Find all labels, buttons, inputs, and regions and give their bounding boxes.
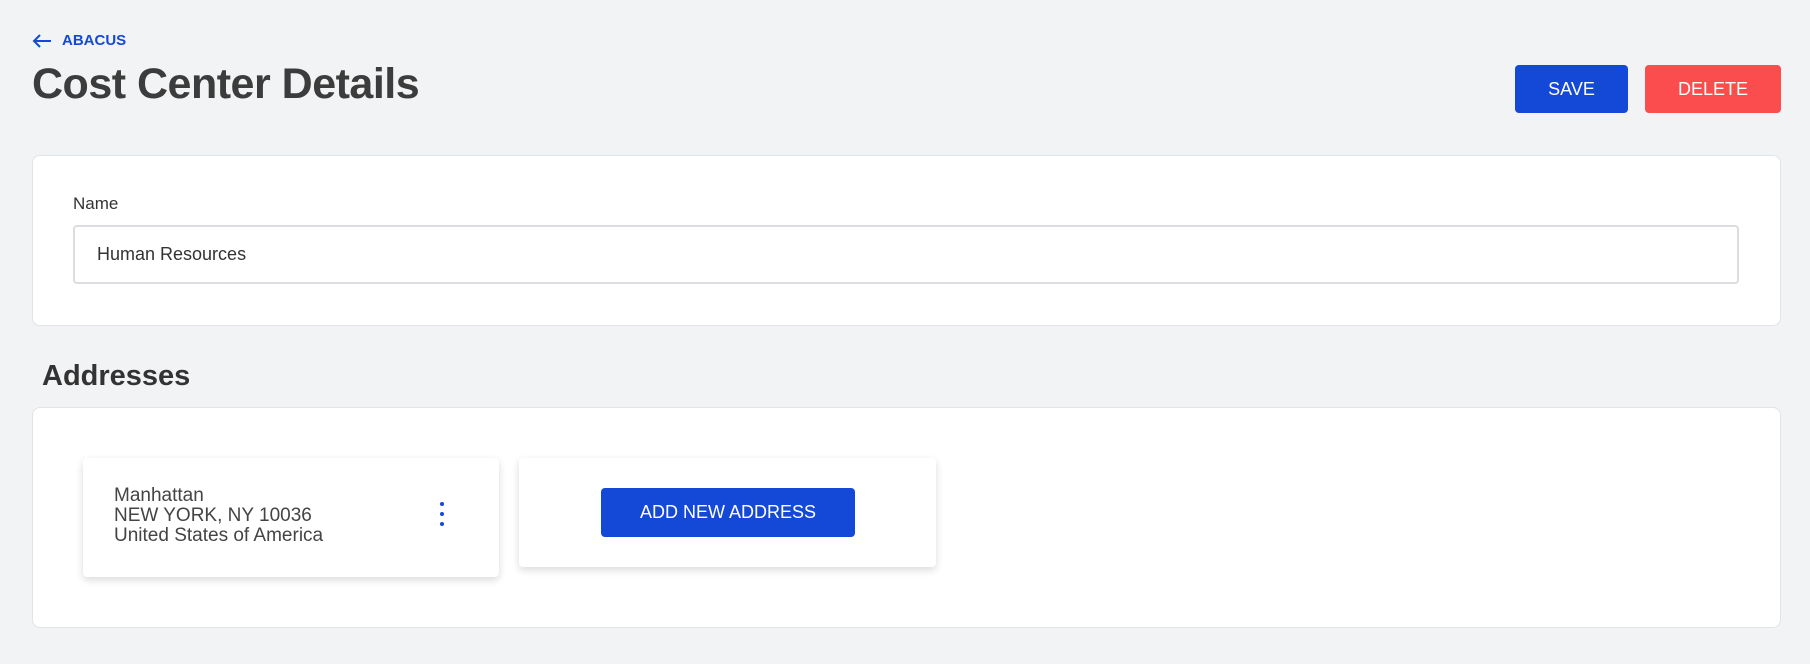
- back-link-label: ABACUS: [62, 32, 126, 49]
- delete-button[interactable]: DELETE: [1645, 65, 1781, 113]
- back-link[interactable]: ABACUS: [32, 32, 126, 49]
- address-line2: NEW YORK, NY 10036: [114, 506, 323, 526]
- address-line1: Manhattan: [114, 486, 323, 506]
- address-line3: United States of America: [114, 526, 323, 546]
- add-new-address-button[interactable]: ADD NEW ADDRESS: [601, 488, 855, 537]
- add-address-card: ADD NEW ADDRESS: [519, 458, 936, 567]
- save-button[interactable]: SAVE: [1515, 65, 1628, 113]
- name-input[interactable]: Human Resources: [73, 225, 1739, 284]
- addresses-heading: Addresses: [42, 360, 190, 393]
- arrow-left-icon: [32, 34, 52, 48]
- page-title: Cost Center Details: [32, 60, 419, 109]
- name-label: Name: [73, 194, 118, 214]
- more-options-icon[interactable]: [435, 502, 449, 526]
- address-card: Manhattan NEW YORK, NY 10036 United Stat…: [83, 458, 499, 577]
